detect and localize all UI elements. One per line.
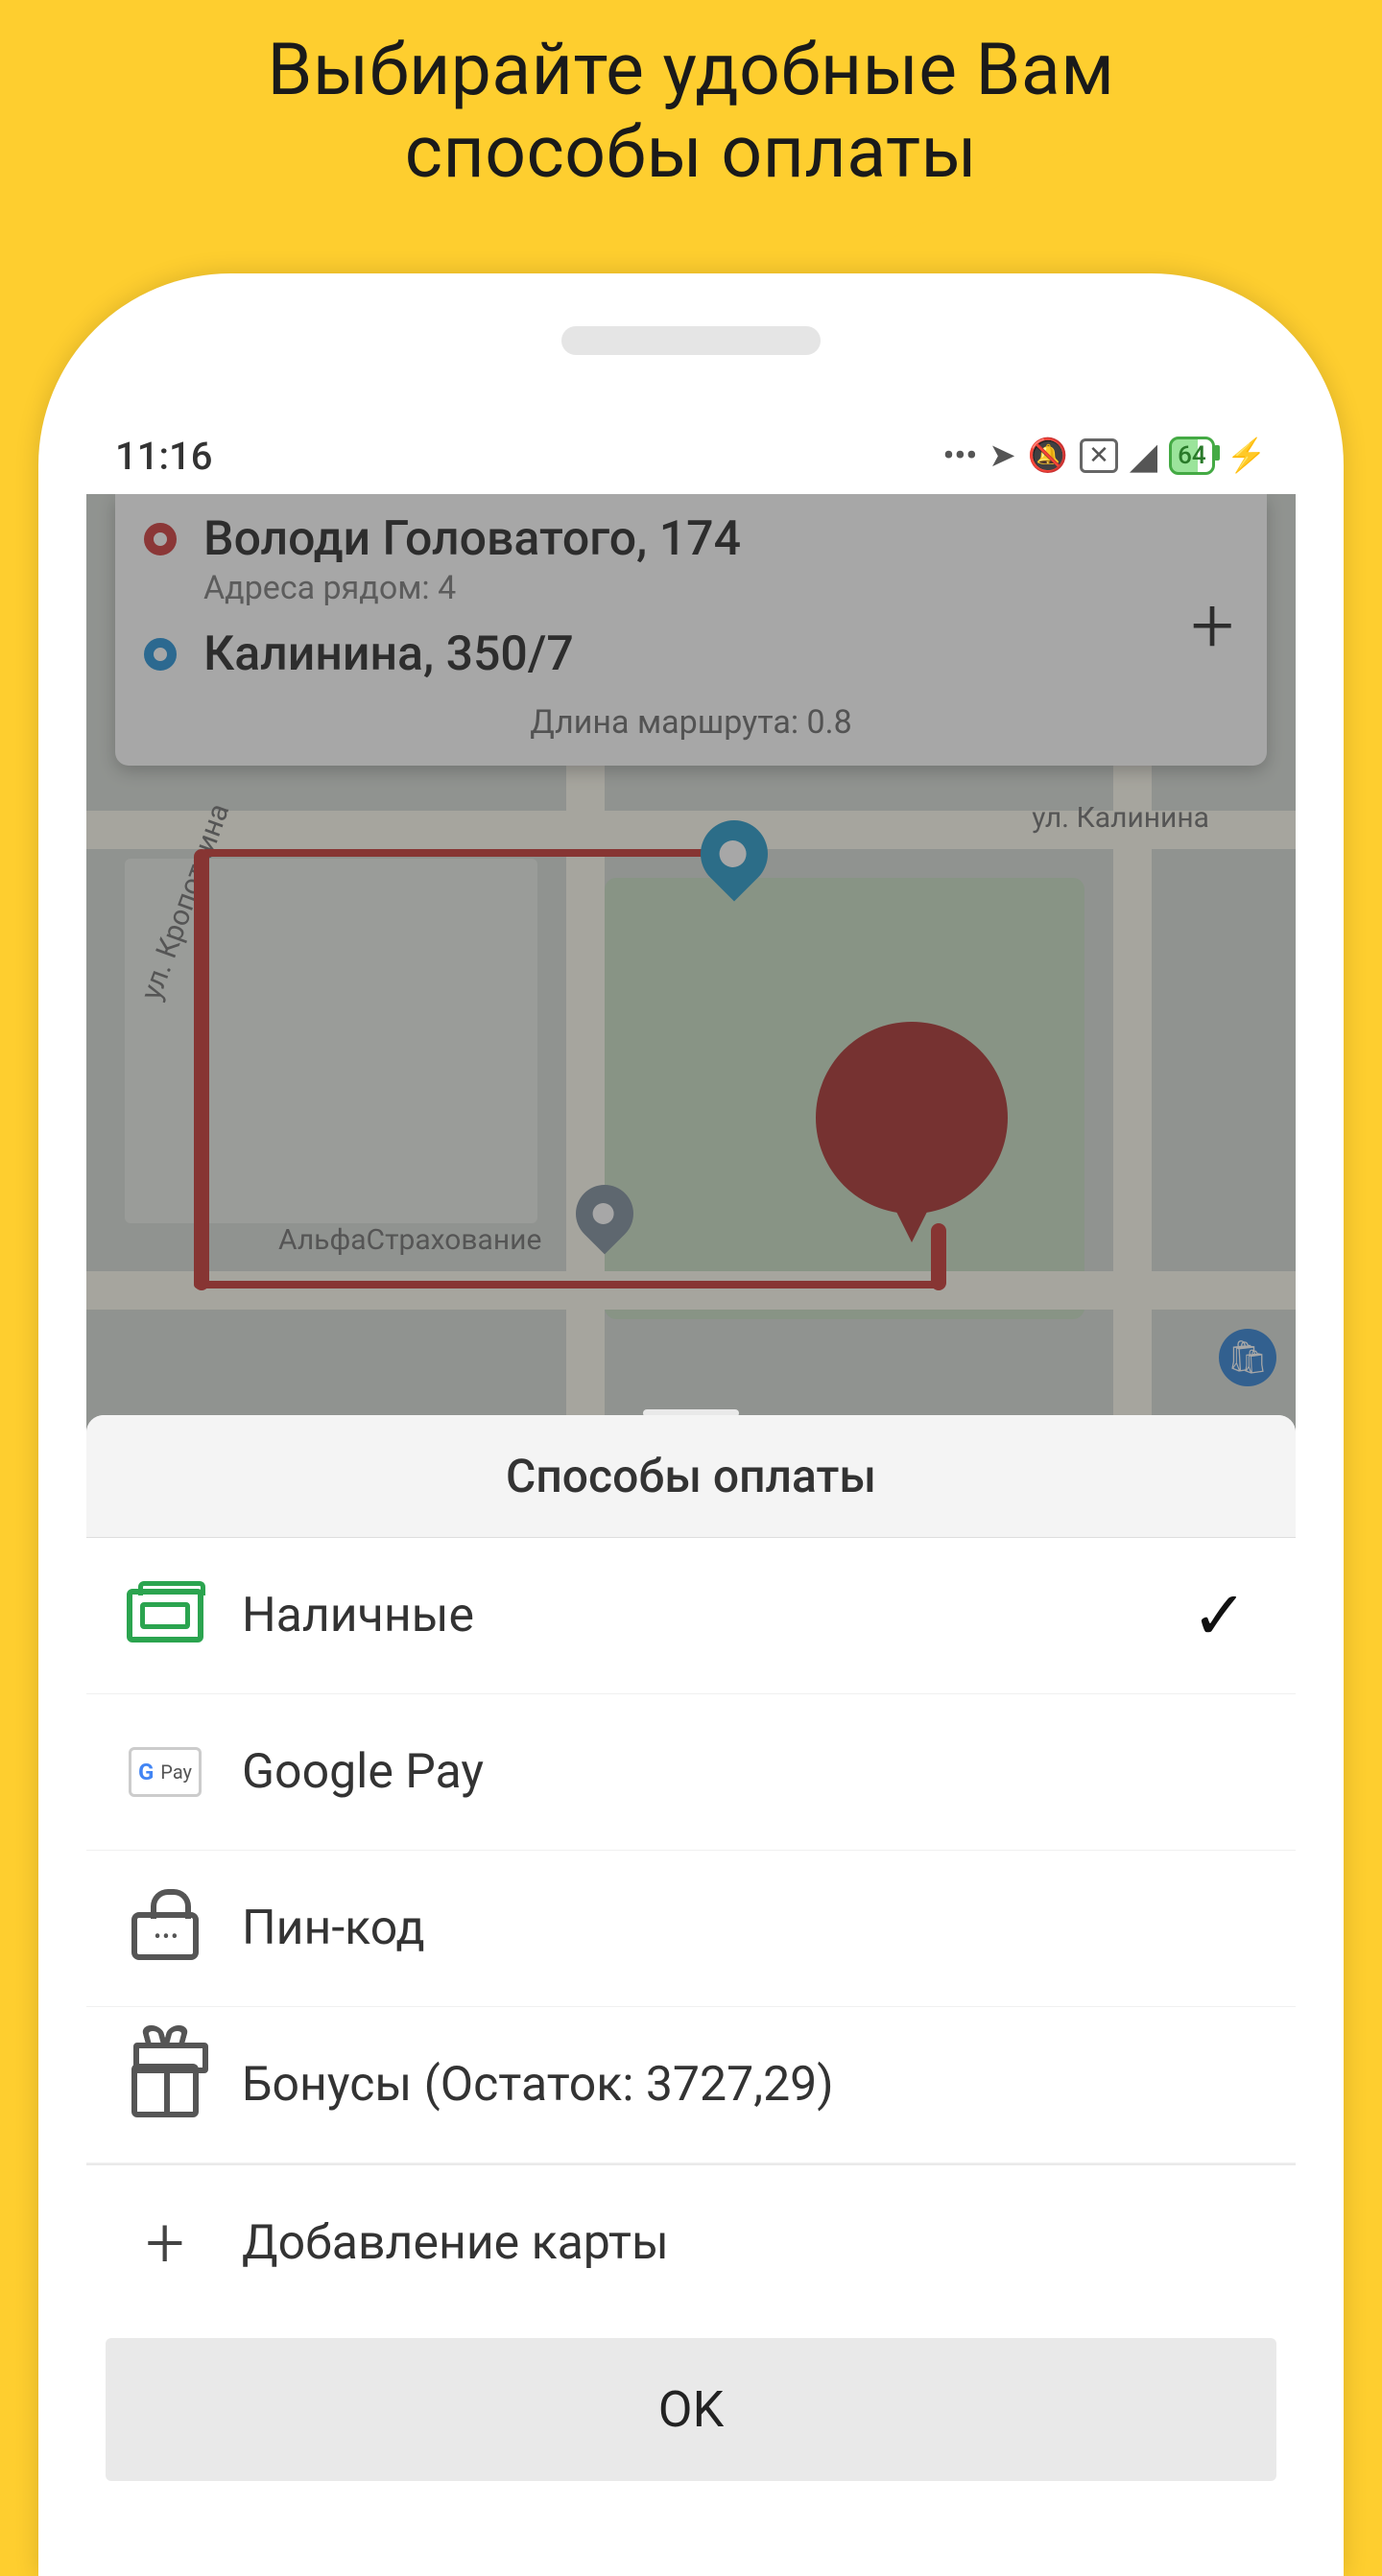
payment-option-pin[interactable]: Пин-код bbox=[86, 1851, 1296, 2007]
ok-button[interactable]: OK bbox=[106, 2338, 1276, 2481]
more-icon: ••• bbox=[943, 437, 978, 475]
dim-overlay bbox=[86, 494, 1296, 1434]
payment-label: Пин-код bbox=[242, 1901, 425, 1956]
payment-label: Бонусы (Остаток: 3727,29) bbox=[242, 2057, 834, 2113]
status-icons: ••• ➤ 🔕 ✕ ◢ 64 ⚡ bbox=[943, 435, 1267, 478]
add-card-label: Добавление карты bbox=[242, 2215, 669, 2271]
promo-title-line2: способы оплаты bbox=[405, 110, 978, 195]
gift-icon bbox=[127, 2051, 203, 2118]
status-bar: 11:16 ••• ➤ 🔕 ✕ ◢ 64 ⚡ bbox=[86, 417, 1296, 494]
battery-icon: 64 bbox=[1169, 437, 1215, 475]
close-box-icon: ✕ bbox=[1080, 438, 1118, 473]
charging-icon: ⚡ bbox=[1227, 437, 1267, 475]
sheet-title: Способы оплаты bbox=[86, 1415, 1296, 1538]
cash-icon bbox=[127, 1582, 203, 1649]
location-icon: ➤ bbox=[989, 437, 1016, 475]
ok-button-label: OK bbox=[658, 2380, 724, 2439]
phone-speaker bbox=[561, 326, 821, 355]
payment-option-bonus[interactable]: Бонусы (Остаток: 3727,29) bbox=[86, 2007, 1296, 2163]
lock-icon bbox=[127, 1895, 203, 1962]
wifi-icon: ◢ bbox=[1130, 435, 1157, 478]
payment-option-cash[interactable]: Наличные ✓ bbox=[86, 1538, 1296, 1694]
payment-option-gpay[interactable]: G Pay Google Pay bbox=[86, 1694, 1296, 1851]
add-card-button[interactable]: + Добавление карты bbox=[86, 2165, 1296, 2321]
map-area[interactable]: 🛍 АльфаСтрахование ул. Калинина ул. Кроп… bbox=[86, 494, 1296, 1434]
phone-frame: 11:16 ••• ➤ 🔕 ✕ ◢ 64 ⚡ bbox=[38, 273, 1344, 2576]
payment-label: Google Pay bbox=[242, 1744, 484, 1800]
phone-screen: 11:16 ••• ➤ 🔕 ✕ ◢ 64 ⚡ bbox=[86, 417, 1296, 2576]
promo-title: Выбирайте удобные Вам способы оплаты bbox=[0, 29, 1382, 195]
payment-label: Наличные bbox=[242, 1588, 474, 1643]
google-pay-icon: G Pay bbox=[127, 1738, 203, 1806]
payment-sheet: Способы оплаты Наличные ✓ G Pay Google P… bbox=[86, 1415, 1296, 2481]
selected-check-icon: ✓ bbox=[1191, 1576, 1248, 1656]
promo-title-line1: Выбирайте удобные Вам bbox=[268, 28, 1115, 112]
plus-icon: + bbox=[127, 2210, 203, 2277]
status-time: 11:16 bbox=[115, 434, 212, 479]
dnd-icon: 🔕 bbox=[1028, 437, 1068, 475]
